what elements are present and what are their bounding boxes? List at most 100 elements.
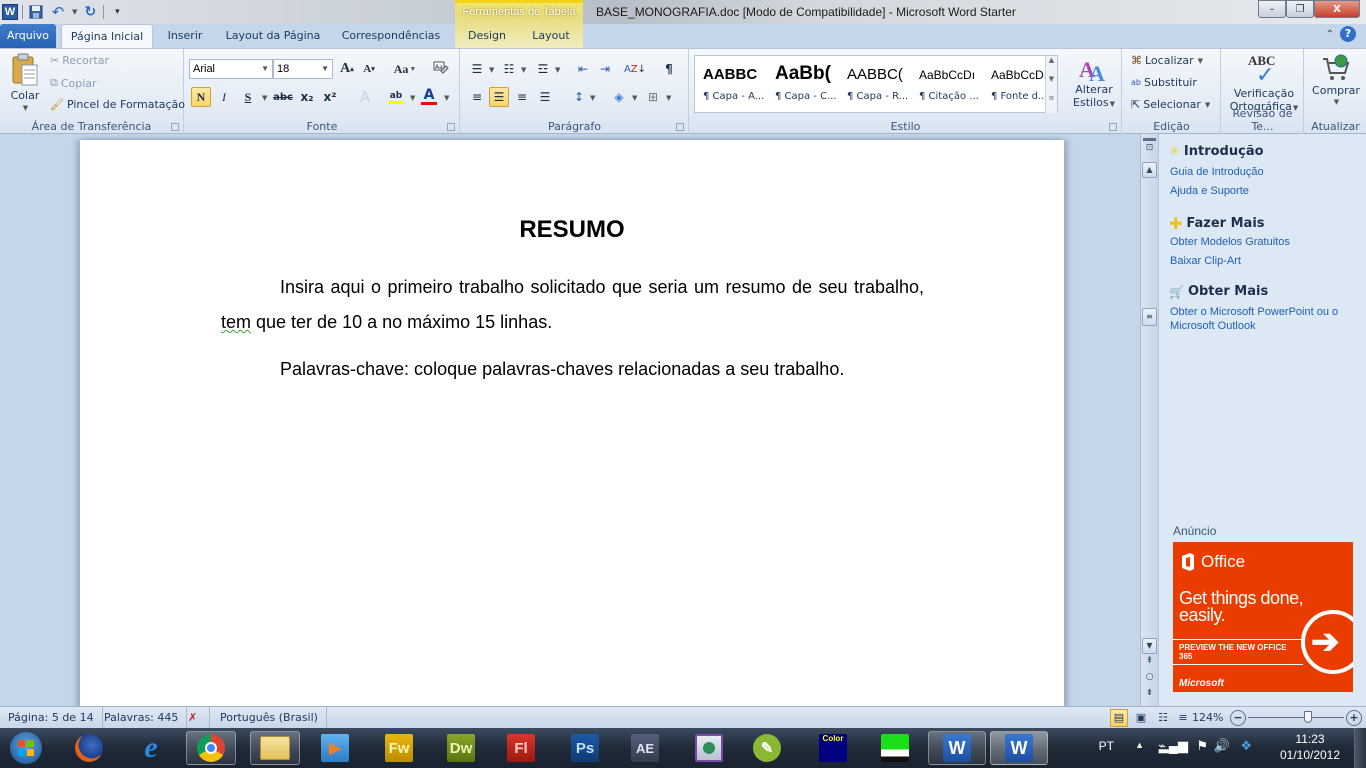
action-center-flag-icon[interactable]: ⚑ xyxy=(1196,738,1208,754)
taskbar-internet-explorer[interactable]: e xyxy=(126,731,176,765)
bullets-dropdown-icon[interactable]: ▼ xyxy=(489,66,494,74)
browse-object-icon[interactable]: ○ xyxy=(1143,672,1156,682)
find-button[interactable]: ⌘ Localizar ▼ xyxy=(1131,54,1203,67)
scroll-up-button[interactable]: ▲ xyxy=(1142,162,1157,178)
restore-button[interactable]: ❐ xyxy=(1286,0,1314,18)
word-logo-icon[interactable]: W xyxy=(2,4,18,20)
zoom-level[interactable]: 124% xyxy=(1192,707,1223,729)
link-guia-introducao[interactable]: Guia de Introdução xyxy=(1170,165,1360,179)
help-icon[interactable]: ? xyxy=(1340,26,1356,42)
taskbar-coreldraw[interactable]: ✎ xyxy=(742,731,792,765)
taskbar-after-effects[interactable]: AE xyxy=(620,731,670,765)
link-baixar-clipart[interactable]: Baixar Clip-Art xyxy=(1170,254,1360,268)
strikethrough-button[interactable]: abc xyxy=(273,87,293,107)
tab-arquivo[interactable]: Arquivo xyxy=(0,24,56,48)
zoom-in-button[interactable]: + xyxy=(1346,710,1362,726)
print-layout-view-icon[interactable]: ▤ xyxy=(1110,709,1128,727)
change-case-button[interactable]: Aa ▼ xyxy=(391,59,419,79)
underline-button[interactable]: S xyxy=(238,87,258,107)
italic-button[interactable]: I xyxy=(214,87,234,107)
styles-dialog-launcher[interactable] xyxy=(1109,123,1117,131)
proofing-errors-icon[interactable]: ✗ xyxy=(180,707,210,729)
replace-button[interactable]: ab Substituir xyxy=(1131,76,1197,89)
borders-dropdown-icon[interactable]: ▼ xyxy=(666,94,671,102)
previous-page-icon[interactable]: ⇞ xyxy=(1143,656,1156,666)
show-formatting-marks-button[interactable]: ¶ xyxy=(659,59,679,79)
paste-dropdown-icon[interactable]: ▼ xyxy=(23,104,28,112)
language-indicator[interactable]: Português (Brasil) xyxy=(212,707,327,729)
align-center-icon[interactable]: ☰ xyxy=(489,87,509,107)
zoom-slider-track[interactable] xyxy=(1248,717,1344,718)
tab-layout-da-pagina[interactable]: Layout da Página xyxy=(218,24,328,48)
draft-view-icon[interactable]: ≡ xyxy=(1174,709,1192,727)
taskbar-word-1[interactable]: W xyxy=(928,731,986,765)
zoom-slider-thumb[interactable] xyxy=(1303,711,1312,723)
style-item[interactable]: AaBbCcDı ¶ Fonte d... xyxy=(987,60,1051,110)
tab-pagina-inicial[interactable]: Página Inicial xyxy=(61,24,153,48)
numbering-icon[interactable]: ☷ xyxy=(499,59,519,79)
show-hidden-icons[interactable]: ▲ xyxy=(1135,740,1144,750)
tab-inserir[interactable]: Inserir xyxy=(158,24,212,48)
cut-button[interactable]: ✂ Recortar xyxy=(50,54,109,67)
bold-button[interactable]: N xyxy=(191,87,211,107)
clear-formatting-icon[interactable]: Aa xyxy=(431,59,451,79)
select-button[interactable]: ⇱ Selecionar ▼ xyxy=(1131,98,1210,111)
borders-icon[interactable]: ⊞ xyxy=(643,87,663,107)
start-button[interactable] xyxy=(4,731,48,765)
buy-button[interactable]: Comprar ▼ xyxy=(1308,53,1364,106)
taskbar-remote-desktop[interactable] xyxy=(684,731,734,765)
align-right-icon[interactable]: ≡ xyxy=(512,87,532,107)
language-bar[interactable]: PT xyxy=(1099,739,1114,753)
taskbar-firefox[interactable] xyxy=(64,731,114,765)
superscript-button[interactable]: x² xyxy=(320,87,340,107)
align-left-icon[interactable]: ≡ xyxy=(467,87,487,107)
taskbar-dreamweaver[interactable]: Dw xyxy=(436,731,486,765)
numbering-dropdown-icon[interactable]: ▼ xyxy=(521,66,526,74)
line-spacing-dropdown-icon[interactable]: ▼ xyxy=(590,94,595,102)
line-spacing-icon[interactable]: ↕ xyxy=(569,87,589,107)
ad-cta[interactable]: PREVIEW THE NEW OFFICE 365 xyxy=(1173,639,1303,665)
bullets-icon[interactable]: ☰ xyxy=(467,59,487,79)
gallery-scroll-up[interactable]: ▲ xyxy=(1045,56,1057,75)
copy-button[interactable]: ⧉ Copiar xyxy=(50,76,97,90)
clipboard-dialog-launcher[interactable] xyxy=(171,123,179,131)
full-screen-reading-icon[interactable]: ▣ xyxy=(1132,709,1150,727)
font-color-dropdown-icon[interactable]: ▼ xyxy=(444,94,449,102)
taskbar-windows-explorer[interactable] xyxy=(250,731,300,765)
shading-icon[interactable]: ◈ xyxy=(609,87,629,107)
style-item[interactable]: AABBC ¶ Capa - A... xyxy=(699,60,764,110)
text-effects-button[interactable]: A xyxy=(355,87,375,107)
font-color-button[interactable]: A xyxy=(419,87,439,107)
link-ajuda-suporte[interactable]: Ajuda e Suporte xyxy=(1170,184,1360,198)
buy-dropdown-icon[interactable]: ▼ xyxy=(1334,98,1339,106)
network-signal-icon[interactable]: ▂▄▆ xyxy=(1159,738,1188,754)
highlight-button[interactable]: ab xyxy=(383,87,409,107)
multilevel-dropdown-icon[interactable]: ▼ xyxy=(555,66,560,74)
multilevel-list-icon[interactable]: ☲ xyxy=(533,59,553,79)
taskbar-chrome[interactable] xyxy=(186,731,236,765)
customize-qat-icon[interactable]: ▾ xyxy=(108,3,126,21)
justify-icon[interactable]: ☰ xyxy=(535,87,555,107)
save-icon[interactable] xyxy=(27,3,45,21)
minimize-button[interactable]: – xyxy=(1258,0,1286,18)
font-dialog-launcher[interactable] xyxy=(447,123,455,131)
highlight-dropdown-icon[interactable]: ▼ xyxy=(410,94,415,102)
gallery-scroll-down[interactable]: ▼ xyxy=(1045,75,1057,94)
document-page[interactable]: RESUMO Insira aqui o primeiro trabalho s… xyxy=(80,140,1064,706)
redo-icon[interactable]: ↻ xyxy=(81,3,99,21)
decrease-indent-icon[interactable]: ⇤ xyxy=(573,59,593,79)
increase-indent-icon[interactable]: ⇥ xyxy=(595,59,615,79)
volume-icon[interactable]: 🔊 xyxy=(1214,738,1230,754)
split-handle[interactable] xyxy=(1143,138,1156,141)
spelling-button[interactable]: ABC ✓ Verificação Ortográfica▼ xyxy=(1226,53,1302,113)
paste-button[interactable]: Colar ▼ xyxy=(6,53,44,112)
shrink-font-button[interactable]: A ▾ xyxy=(359,59,379,79)
outline-view-icon[interactable]: ☷ xyxy=(1154,709,1172,727)
tab-layout[interactable]: Layout xyxy=(522,24,580,48)
taskbar-photoshop[interactable]: Ps xyxy=(560,731,610,765)
paragraph-dialog-launcher[interactable] xyxy=(676,123,684,131)
change-styles-button[interactable]: AA Alterar Estilos▼ xyxy=(1070,55,1118,109)
subscript-button[interactable]: x₂ xyxy=(297,87,317,107)
taskbar-word-2[interactable]: W xyxy=(990,731,1048,765)
undo-icon[interactable]: ↶ xyxy=(49,3,67,21)
